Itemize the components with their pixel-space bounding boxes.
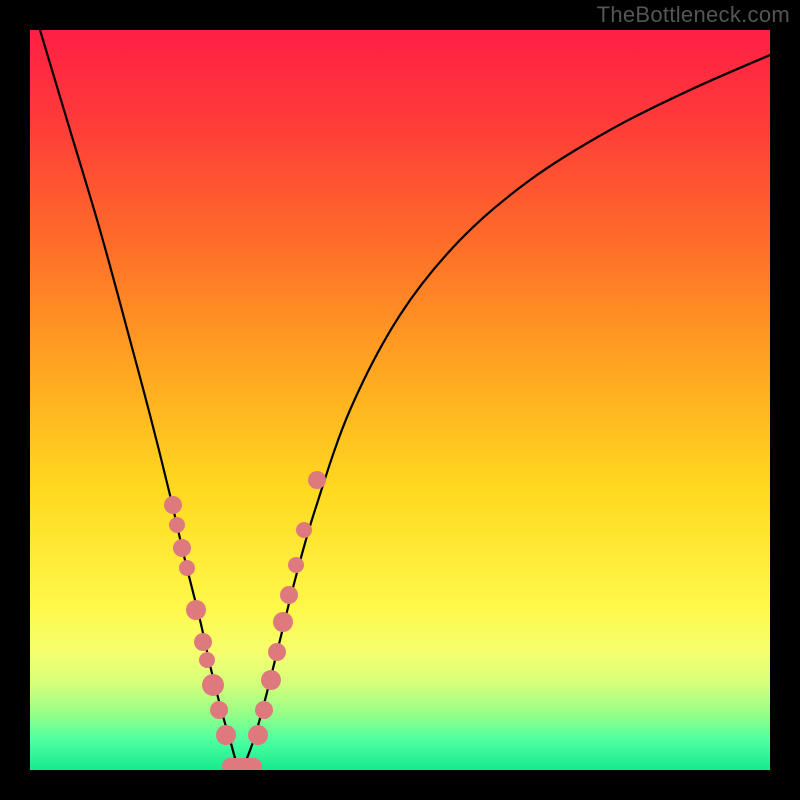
curve-marker — [296, 522, 312, 538]
plot-area — [30, 30, 770, 770]
curve-marker — [202, 674, 224, 696]
curve-marker — [273, 612, 293, 632]
chart-frame: TheBottleneck.com — [0, 0, 800, 800]
curve-marker — [179, 560, 195, 576]
curve-marker — [216, 725, 236, 745]
curve-marker — [280, 586, 298, 604]
curve-marker — [169, 517, 185, 533]
curve-group — [40, 30, 770, 768]
curve-svg — [30, 30, 770, 770]
curve-marker — [288, 557, 304, 573]
curve-marker — [210, 701, 228, 719]
curve-marker — [261, 670, 281, 690]
curve-trough-pill — [222, 758, 262, 770]
curve-marker — [308, 471, 326, 489]
curve-marker — [268, 643, 286, 661]
bottleneck-curve — [40, 30, 770, 768]
watermark-text: TheBottleneck.com — [597, 2, 790, 28]
curve-marker — [255, 701, 273, 719]
marker-group — [164, 471, 326, 770]
curve-marker — [186, 600, 206, 620]
curve-marker — [164, 496, 182, 514]
curve-marker — [199, 652, 215, 668]
curve-marker — [194, 633, 212, 651]
curve-marker — [248, 725, 268, 745]
curve-marker — [173, 539, 191, 557]
